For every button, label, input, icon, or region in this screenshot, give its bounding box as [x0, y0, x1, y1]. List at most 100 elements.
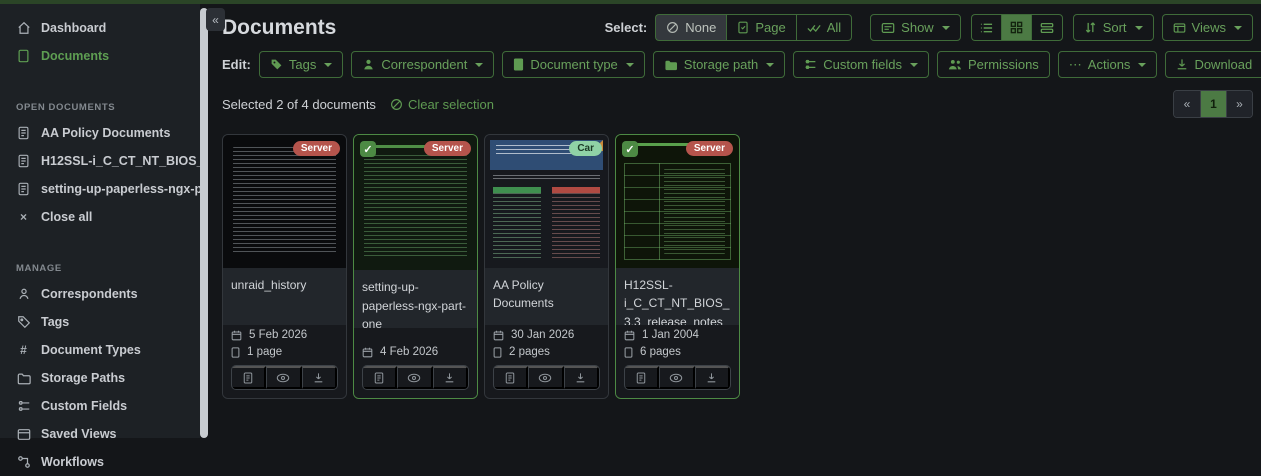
chevron-down-icon	[1138, 63, 1146, 67]
document-thumbnail[interactable]: Car	[485, 135, 608, 268]
edit-storage-path-button[interactable]: Storage path	[653, 51, 785, 78]
document-date: 1 Jan 2004	[642, 329, 699, 341]
download-split-button: Download	[1165, 51, 1261, 78]
pagination-next[interactable]: »	[1226, 91, 1252, 117]
sidebar-close-all[interactable]: × Close all	[16, 203, 200, 231]
sidebar-open-doc-3[interactable]: setting-up-paperless-ngx-part-one	[16, 175, 200, 203]
sidebar-item-document-types[interactable]: # Document Types	[16, 336, 200, 364]
tag-badge[interactable]: Server	[424, 141, 471, 156]
sidebar-open-doc-1[interactable]: AA Policy Documents	[16, 119, 200, 147]
select-page-button[interactable]: Page	[726, 14, 795, 41]
preview-document-button[interactable]	[528, 366, 563, 389]
sort-dropdown-button[interactable]: Sort	[1073, 14, 1154, 41]
download-document-button[interactable]	[564, 366, 599, 389]
folder-icon	[16, 371, 31, 386]
show-label: Show	[901, 20, 934, 35]
edit-document-button[interactable]	[232, 366, 266, 389]
sidebar-item-tags[interactable]: Tags	[16, 308, 200, 336]
actions-dropdown-button[interactable]: ⋯ Actions	[1058, 51, 1158, 78]
download-document-button[interactable]	[695, 366, 730, 389]
document-meta: 4 Feb 2026	[354, 328, 477, 360]
select-all-label: All	[827, 20, 841, 35]
download-document-button[interactable]	[433, 366, 468, 389]
clear-selection-link[interactable]: Clear selection	[390, 97, 494, 112]
card-text-icon	[881, 22, 895, 34]
document-actions	[616, 360, 739, 398]
sidebar-item-custom-fields[interactable]: Custom Fields	[16, 392, 200, 420]
page-icon	[624, 347, 633, 358]
sidebar-open-doc-2[interactable]: H12SSL-i_C_CT_NT_BIOS_3.3_rele...	[16, 147, 200, 175]
selected-checkbox[interactable]: ✓	[622, 141, 638, 157]
document-pages: 2 pages	[509, 346, 550, 358]
slash-circle-icon	[390, 98, 403, 111]
people-icon	[948, 58, 962, 71]
hash-icon: #	[16, 343, 31, 358]
sidebar-item-saved-views[interactable]: Saved Views	[16, 420, 200, 448]
thumbnail-text-lines	[364, 155, 467, 258]
sidebar-item-documents[interactable]: Documents	[16, 42, 200, 70]
download-document-button[interactable]	[302, 366, 337, 389]
views-dropdown-button[interactable]: Views	[1162, 14, 1253, 41]
views-icon	[1173, 22, 1186, 34]
sidebar-item-storage-paths[interactable]: Storage Paths	[16, 364, 200, 392]
document-thumbnail[interactable]: ✓ Server	[354, 135, 477, 270]
thumbnail-text-lines	[233, 147, 336, 254]
page-icon	[231, 347, 240, 358]
pagination-page-1[interactable]: 1	[1200, 91, 1226, 117]
preview-document-button[interactable]	[266, 366, 301, 389]
document-pages: 1 page	[247, 346, 282, 358]
close-all-label: Close all	[41, 210, 92, 224]
edit-custom-fields-button[interactable]: Custom fields	[793, 51, 929, 78]
tag-badge[interactable]: Server	[293, 141, 340, 156]
document-actions	[354, 360, 477, 398]
edit-permissions-button[interactable]: Permissions	[937, 51, 1050, 78]
documents-page: Documents Select: None Page	[212, 4, 1261, 438]
sidebar-item-label: Custom Fields	[41, 399, 127, 413]
tag-badge[interactable]: Car	[569, 141, 602, 156]
three-dots-icon: ⋯	[1069, 58, 1082, 71]
document-title[interactable]: AA Policy Documents	[485, 268, 608, 325]
document-title[interactable]: setting-up-paperless-ngx-part-one	[354, 270, 477, 328]
document-title[interactable]: H12SSL-i_C_CT_NT_BIOS_3.3_release_notes	[616, 268, 739, 325]
sidebar-collapse-button[interactable]: «	[206, 8, 225, 31]
grid-view-button[interactable]	[1001, 14, 1031, 41]
show-dropdown-button[interactable]: Show	[870, 14, 961, 41]
document-title[interactable]: unraid_history	[223, 268, 346, 325]
chevron-down-icon	[766, 63, 774, 67]
sidebar-item-workflows[interactable]: Workflows	[16, 448, 200, 476]
detail-view-button[interactable]	[1031, 14, 1063, 41]
house-icon	[16, 21, 31, 36]
download-button[interactable]: Download	[1165, 51, 1261, 78]
edit-document-button[interactable]	[494, 366, 528, 389]
document-date: 30 Jan 2026	[511, 329, 574, 341]
pagination: « 1 »	[1173, 90, 1253, 118]
sidebar-item-dashboard[interactable]: Dashboard	[16, 14, 200, 42]
edit-tags-button[interactable]: Tags	[259, 51, 343, 78]
selected-checkbox[interactable]: ✓	[360, 141, 376, 157]
edit-document-type-button[interactable]: Document type	[502, 51, 644, 78]
top-progress-strip	[0, 0, 1261, 4]
view-mode-toggle	[971, 14, 1063, 41]
chevron-down-icon	[910, 63, 918, 67]
edit-document-button[interactable]	[625, 366, 659, 389]
select-all-button[interactable]: All	[796, 14, 852, 41]
slash-circle-icon	[666, 21, 679, 34]
sort-icon	[1084, 21, 1097, 34]
sidebar-item-correspondents[interactable]: Correspondents	[16, 280, 200, 308]
open-doc-label: setting-up-paperless-ngx-part-one	[41, 182, 200, 196]
preview-document-button[interactable]	[659, 366, 694, 389]
document-thumbnail[interactable]: ✓ Server	[616, 135, 739, 268]
edit-document-button[interactable]	[363, 366, 397, 389]
edit-correspondent-button[interactable]: Correspondent	[351, 51, 494, 78]
sidebar-scrollbar[interactable]	[200, 8, 208, 438]
preview-document-button[interactable]	[397, 366, 432, 389]
select-none-button[interactable]: None	[655, 14, 726, 41]
chevron-down-icon	[1135, 26, 1143, 30]
pagination-prev[interactable]: «	[1174, 91, 1200, 117]
tag-badge[interactable]: Server	[686, 141, 733, 156]
detail-view-icon	[1040, 22, 1054, 34]
document-thumbnail[interactable]: Server	[223, 135, 346, 268]
list-view-button[interactable]	[971, 14, 1001, 41]
download-label: Download	[1194, 57, 1252, 72]
workflow-icon	[16, 455, 31, 470]
